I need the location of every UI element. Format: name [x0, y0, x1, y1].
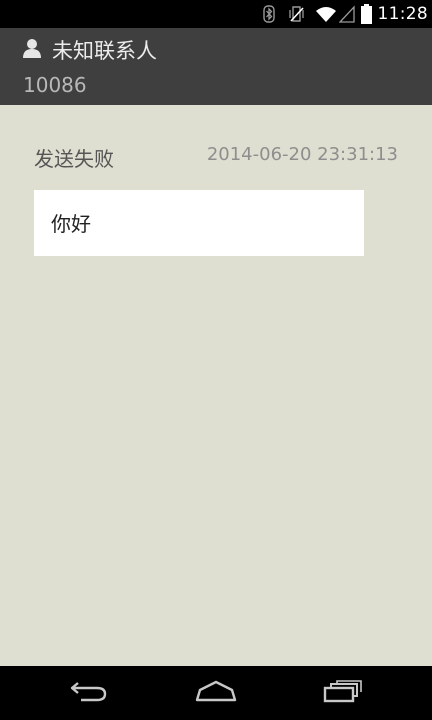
contact-header[interactable]: 未知联系人 10086 [0, 28, 432, 105]
bluetooth-icon [262, 5, 275, 23]
contact-name-row: 未知联系人 [22, 36, 157, 64]
wifi-icon [315, 5, 337, 23]
message-bubble[interactable]: 你好 [34, 190, 364, 256]
signal-icon [338, 5, 355, 23]
phone-number: 10086 [23, 73, 87, 97]
person-icon [22, 38, 42, 62]
message-list: 发送失败 2014-06-20 23:31:13 你好 [0, 105, 432, 666]
status-icons: 11:28 [262, 0, 429, 28]
vibrate-icon [288, 5, 305, 23]
home-icon [195, 680, 237, 706]
message-body: 你好 [51, 212, 91, 236]
contact-name: 未知联系人 [52, 39, 157, 63]
recents-button[interactable] [293, 666, 393, 720]
back-button[interactable] [39, 666, 139, 720]
battery-icon [360, 4, 372, 24]
home-button[interactable] [166, 666, 266, 720]
status-bar: 11:28 [0, 0, 432, 28]
status-time: 11:28 [377, 4, 428, 24]
navigation-bar [0, 666, 432, 720]
back-icon [69, 679, 109, 707]
recents-icon [323, 679, 363, 707]
message-timestamp: 2014-06-20 23:31:13 [206, 144, 398, 165]
message-status: 发送失败 [34, 147, 114, 171]
